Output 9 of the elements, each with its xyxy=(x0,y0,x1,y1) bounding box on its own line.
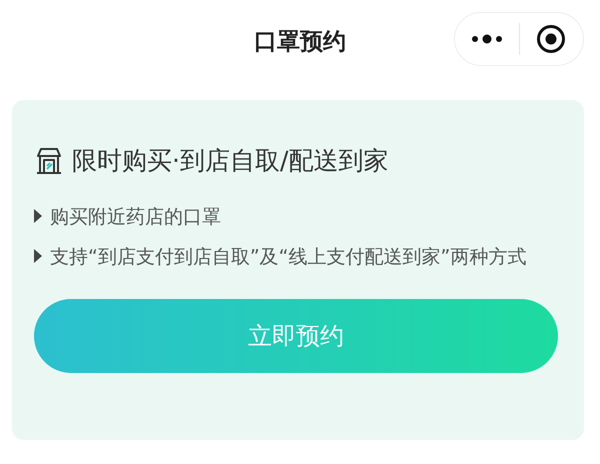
card-title: 限时购买·到店自取/配送到家 xyxy=(72,145,388,177)
bullet-text: 支持“到店支付到店自取”及“线上支付配送到家”两种方式 xyxy=(50,245,528,270)
triangle-icon xyxy=(34,249,42,263)
page-title: 口罩预约 xyxy=(254,28,346,56)
store-icon xyxy=(34,146,64,176)
reserve-button[interactable]: 立即预约 xyxy=(34,299,558,373)
triangle-icon xyxy=(34,209,42,223)
bullet-text: 购买附近药店的口罩 xyxy=(50,205,222,230)
more-icon[interactable] xyxy=(470,34,503,44)
